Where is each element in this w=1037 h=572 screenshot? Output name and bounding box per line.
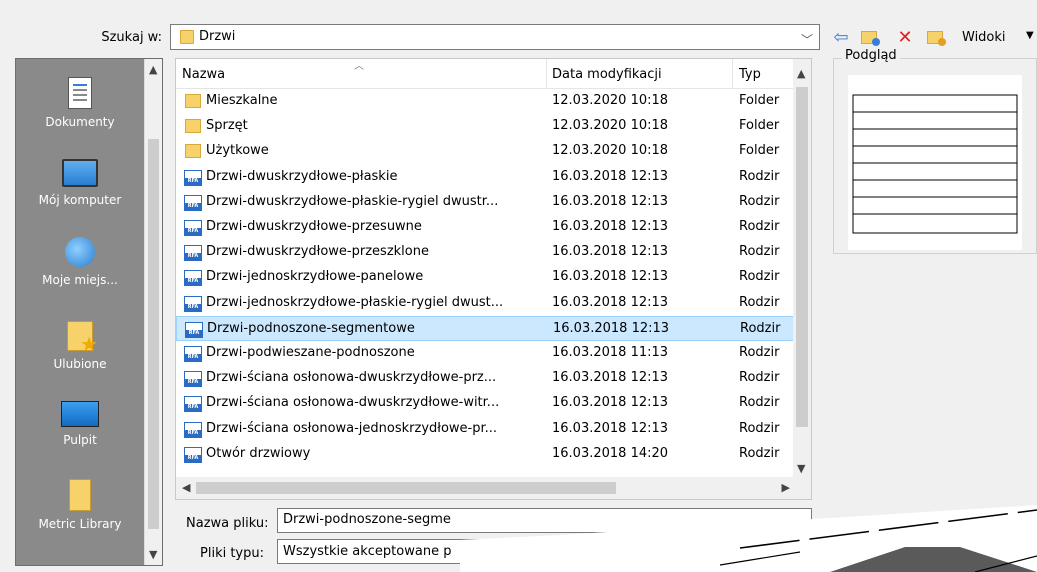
overlay-3d-view [460,505,1037,572]
